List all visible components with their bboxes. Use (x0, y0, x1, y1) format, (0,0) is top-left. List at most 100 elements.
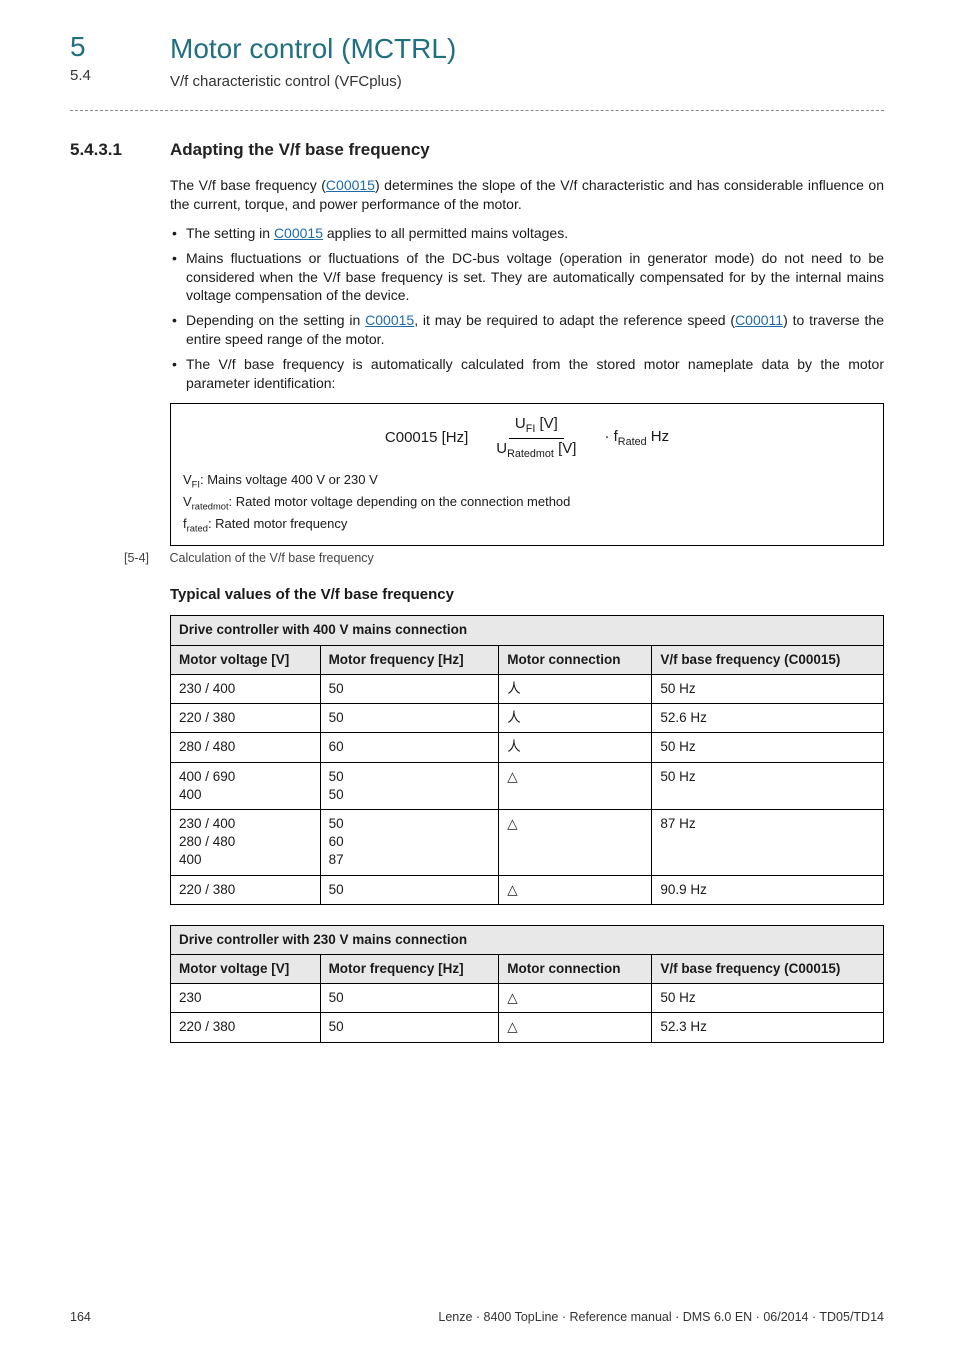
intro-paragraph: The V/f base frequency (C00015) determin… (170, 176, 884, 214)
formula-notes: VFI: Mains voltage 400 V or 230 V Vrated… (183, 471, 871, 536)
table-cell: 280 / 480 (171, 733, 321, 762)
table-cell: 220 / 380 (171, 875, 321, 904)
link-c00015[interactable]: C00015 (365, 312, 414, 328)
page-footer: 164 Lenze · 8400 TopLine · Reference man… (70, 1309, 884, 1326)
page: 5 Motor control (MCTRL) 5.4 V/f characte… (0, 0, 954, 1350)
table-row: 220 / 380 50 △ 90.9 Hz (171, 875, 884, 904)
subscript: FI (526, 423, 536, 435)
subscript: Rated (618, 436, 647, 448)
caption-number: [5-4] (124, 550, 166, 567)
table-title: Drive controller with 230 V mains connec… (171, 925, 884, 954)
note: frated: Rated motor frequency (183, 515, 871, 535)
col-header: Motor connection (499, 955, 652, 984)
table-cell: 220 / 380 (171, 1013, 321, 1042)
table-cell: 60 (320, 733, 499, 762)
star-connection-icon: 人 (507, 739, 521, 755)
subscript: FI (192, 479, 200, 489)
cell-text: 50 (329, 990, 344, 1005)
note: VFI: Mains voltage 400 V or 230 V (183, 471, 871, 491)
table-body: 230 / 40050人50 Hz220 / 38050人52.6 Hz280 … (171, 674, 884, 904)
formula-mult: · fRated Hz (604, 427, 669, 450)
table-cell: 50 (320, 704, 499, 733)
table-cell: 220 / 380 (171, 704, 321, 733)
bullet-list: The setting in C00015 applies to all per… (170, 224, 884, 393)
table-cell: 50 50 (320, 762, 499, 809)
table-cell: 52.6 Hz (652, 704, 884, 733)
col-header: Motor voltage [V] (171, 955, 321, 984)
table-row: 230 50 △ 50 Hz (171, 984, 884, 1013)
formula-lhs: C00015 [Hz] (385, 428, 468, 448)
table-cell: 230 (171, 984, 321, 1013)
col-header: Motor connection (499, 645, 652, 674)
table-cell: △ (499, 1013, 652, 1042)
bullet-item: Depending on the setting in C00015, it m… (170, 311, 884, 349)
text: U (515, 415, 526, 432)
cell-text: 90.9 Hz (660, 882, 707, 897)
col-header: V/f base frequency (C00015) (652, 955, 884, 984)
text: · f (604, 428, 617, 445)
cell-text: 220 / 380 (179, 882, 235, 897)
text: Depending on the setting in (186, 312, 365, 328)
link-c00015[interactable]: C00015 (326, 177, 375, 193)
table-cell: 人 (499, 674, 652, 703)
star-connection-icon: 人 (507, 710, 521, 726)
cell-text: 50 Hz (660, 769, 695, 784)
table-cell: 230 / 400 280 / 480 400 (171, 809, 321, 875)
table-cell: 90.9 Hz (652, 875, 884, 904)
text: Hz (647, 428, 670, 445)
table-cell: 50 Hz (652, 674, 884, 703)
cell-text: 50 50 (329, 769, 344, 802)
text: U (496, 440, 507, 457)
text: [V] (554, 440, 577, 457)
cell-text: 50 Hz (660, 990, 695, 1005)
cell-text: 220 / 380 (179, 710, 235, 725)
section-title: V/f characteristic control (VFCplus) (170, 72, 884, 92)
cell-text: 50 (329, 681, 344, 696)
table-400v: Drive controller with 400 V mains connec… (170, 615, 884, 904)
bullet-item: The V/f base frequency is automatically … (170, 355, 884, 393)
cell-text: 50 Hz (660, 681, 695, 696)
col-header: V/f base frequency (C00015) (652, 645, 884, 674)
cell-text: 52.6 Hz (660, 710, 707, 725)
text: , it may be required to adapt the refere… (414, 312, 735, 328)
text: applies to all permitted mains voltages. (323, 225, 568, 241)
cell-text: 50 (329, 882, 344, 897)
table-cell: 50 Hz (652, 984, 884, 1013)
cell-text: 230 / 400 280 / 480 400 (179, 816, 235, 867)
table-cell: 50 (320, 674, 499, 703)
text: The V/f base frequency ( (170, 177, 326, 193)
figure-caption: [5-4] Calculation of the V/f base freque… (124, 550, 884, 567)
table-cell: 50 (320, 984, 499, 1013)
table-cell: △ (499, 984, 652, 1013)
text: : Rated motor voltage depending on the c… (229, 494, 571, 509)
table-row: 400 / 690 40050 50△50 Hz (171, 762, 884, 809)
table-cell: 50 (320, 875, 499, 904)
delta-connection-icon: △ (507, 1019, 517, 1035)
text: : Mains voltage 400 V or 230 V (200, 472, 378, 487)
subscript: rated (187, 524, 208, 534)
note: Vratedmot: Rated motor voltage depending… (183, 493, 871, 513)
col-header: Motor frequency [Hz] (320, 955, 499, 984)
table-cell: 人 (499, 733, 652, 762)
delta-connection-icon: △ (507, 882, 517, 898)
table-body: 23050△50 Hz220 / 38050△52.3 Hz (171, 984, 884, 1042)
cell-text: 50 (329, 1019, 344, 1034)
cell-text: 50 Hz (660, 739, 695, 754)
col-header: Motor voltage [V] (171, 645, 321, 674)
cell-text: 60 (329, 739, 344, 754)
link-c00015[interactable]: C00015 (274, 225, 323, 241)
formula-fraction: UFI [V] URatedmot [V] (490, 416, 582, 461)
cell-text: 230 / 400 (179, 681, 235, 696)
table-title: Drive controller with 400 V mains connec… (171, 616, 884, 645)
table-row: 230 / 400 280 / 480 40050 60 87△87 Hz (171, 809, 884, 875)
footer-text: Lenze · 8400 TopLine · Reference manual … (438, 1309, 884, 1326)
table-cell: △ (499, 875, 652, 904)
table-row: 220 / 380 50 人 52.6 Hz (171, 704, 884, 733)
table-cell: 52.3 Hz (652, 1013, 884, 1042)
section-number: 5.4 (70, 66, 91, 86)
formula: C00015 [Hz] UFI [V] URatedmot [V] · fRat… (183, 416, 871, 461)
subscript: ratedmot (192, 501, 229, 511)
link-c00011[interactable]: C00011 (735, 312, 783, 328)
table-cell: 87 Hz (652, 809, 884, 875)
cell-text: 400 / 690 400 (179, 769, 235, 802)
